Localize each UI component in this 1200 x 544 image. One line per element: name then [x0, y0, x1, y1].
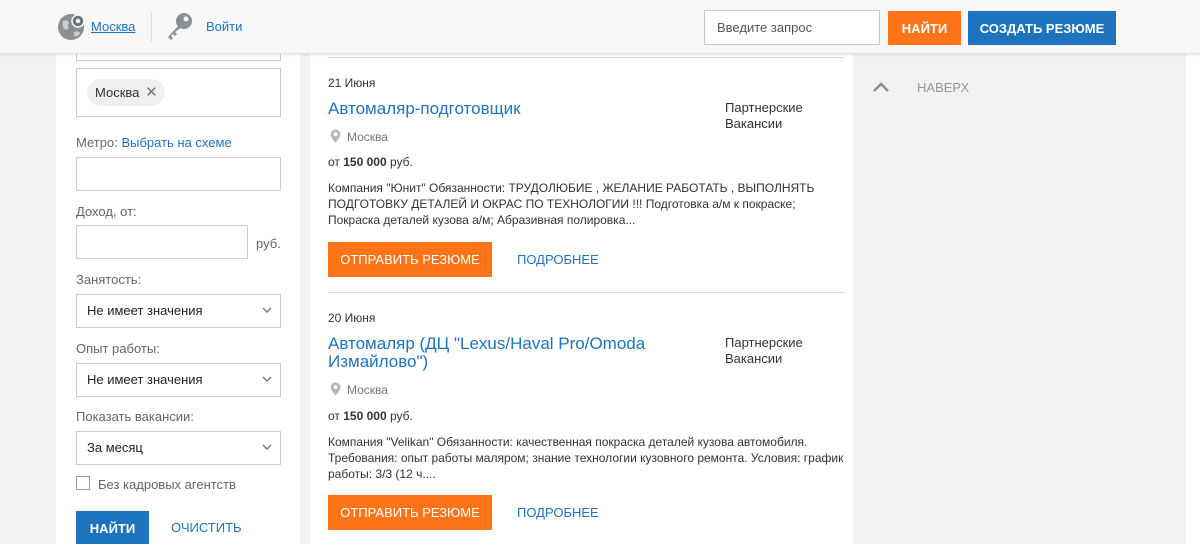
vacancy-details-link[interactable]: ПОДРОБНЕЕ [517, 252, 599, 267]
clear-filters-link[interactable]: ОЧИСТИТЬ [171, 520, 242, 535]
vacancy-location: Москва [347, 383, 388, 397]
location-pin-icon [330, 129, 341, 143]
remove-city-icon[interactable]: ✕ [144, 79, 158, 106]
metro-map-link[interactable]: Выбрать на схеме [121, 135, 231, 150]
top-bar: Москва Войти НАЙТИ СОЗДАТЬ РЕЗЮМЕ [0, 0, 1200, 54]
header-find-button[interactable]: НАЙТИ [888, 11, 961, 45]
no-agencies-label: Без кадровых агентств [98, 477, 236, 492]
metro-label: Метро: [76, 135, 118, 150]
chevron-down-icon [262, 376, 272, 382]
experience-value: Не имеет значения [87, 372, 203, 387]
back-to-top-link[interactable]: НАВЕРХ [917, 80, 969, 95]
create-resume-button[interactable]: СОЗДАТЬ РЕЗЮМЕ [968, 11, 1116, 45]
salary-amount: 150 000 [343, 155, 387, 169]
chevron-up-icon[interactable] [872, 81, 890, 93]
employment-select[interactable]: Не имеет значения [76, 294, 281, 328]
period-label: Показать вакансии: [76, 409, 194, 424]
send-resume-button[interactable]: ОТПРАВИТЬ РЕЗЮМЕ [328, 495, 492, 530]
filter-sidebar: Москва ✕ Метро: Выбрать на схеме Доход, … [56, 48, 300, 544]
chevron-down-icon [262, 307, 272, 313]
employment-value: Не имеет значения [87, 303, 203, 318]
period-select[interactable]: За месяц [76, 431, 281, 465]
vacancy-details-link[interactable]: ПОДРОБНЕЕ [517, 505, 599, 520]
vacancy-description: Компания "Velikan" Обязанности: качестве… [328, 435, 844, 481]
city-field[interactable]: Москва ✕ [76, 68, 281, 117]
vacancy-salary: от 150 000 руб. [328, 409, 413, 423]
metro-input[interactable] [76, 157, 281, 191]
salary-unit: руб. [389, 409, 413, 423]
city-link[interactable]: Москва [91, 19, 135, 34]
vacancy-list: 21 Июня Автомаляр-подготовщик Партнерски… [310, 54, 853, 544]
list-divider [328, 57, 844, 58]
location-pin-icon [330, 382, 341, 396]
search-input[interactable] [704, 10, 880, 45]
city-chip: Москва ✕ [87, 79, 166, 106]
metro-label-row: Метро: Выбрать на схеме [76, 135, 232, 150]
vacancy-salary: от 150 000 руб. [328, 155, 413, 169]
salary-prefix: от [328, 155, 340, 169]
login-link[interactable]: Войти [206, 19, 242, 34]
experience-label: Опыт работы: [76, 341, 160, 356]
income-input[interactable] [76, 225, 248, 259]
no-agencies-checkbox[interactable] [76, 476, 90, 490]
income-label: Доход, от: [76, 204, 137, 219]
globe-location-icon[interactable] [57, 12, 87, 42]
income-unit-label: руб. [256, 236, 281, 251]
salary-prefix: от [328, 409, 340, 423]
experience-select[interactable]: Не имеет значения [76, 363, 281, 397]
chevron-down-icon [262, 444, 272, 450]
period-value: За месяц [87, 440, 143, 455]
vacancy-date: 21 Июня [328, 76, 376, 90]
send-resume-button[interactable]: ОТПРАВИТЬ РЕЗЮМЕ [328, 242, 492, 277]
vacancy-title-link[interactable]: Автомаляр (ДЦ "Lexus/Haval Pro/Omoda Изм… [328, 335, 698, 371]
vacancy-source: Партнерские Вакансии [725, 100, 803, 131]
employment-label: Занятость: [76, 272, 142, 287]
list-divider [328, 292, 844, 293]
header-divider [151, 12, 152, 42]
key-icon[interactable] [162, 10, 196, 44]
vacancy-description: Компания "Юнит" Обязанности: ТРУДОЛЮБИЕ … [328, 181, 815, 227]
salary-amount: 150 000 [343, 409, 387, 423]
vacancy-source: Партнерские Вакансии [725, 335, 803, 366]
vacancy-location: Москва [347, 130, 388, 144]
scrollbar-track[interactable] [1186, 54, 1200, 544]
filter-find-button[interactable]: НАЙТИ [76, 511, 149, 544]
vacancy-date: 20 Июня [328, 311, 376, 325]
city-chip-label: Москва [95, 85, 140, 100]
vacancy-title-link[interactable]: Автомаляр-подготовщик [328, 100, 698, 118]
salary-unit: руб. [389, 155, 413, 169]
